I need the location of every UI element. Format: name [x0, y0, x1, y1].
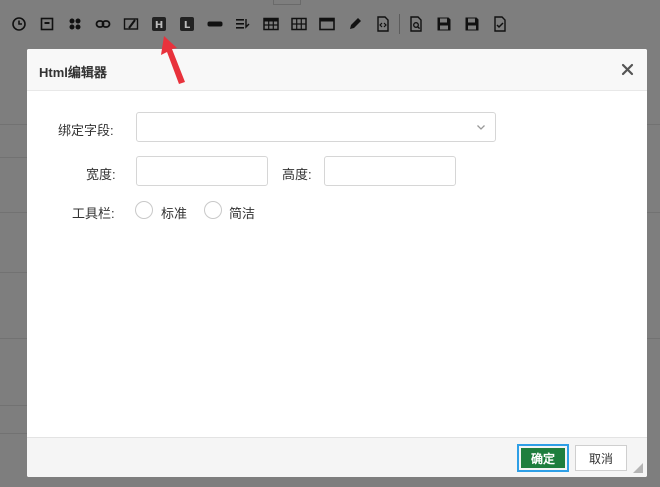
dialog-header: Html编辑器	[27, 49, 647, 91]
height-input[interactable]	[324, 156, 456, 186]
background-toolbar: H L	[0, 0, 660, 48]
puzzle-icon[interactable]	[67, 16, 83, 32]
ok-button[interactable]: 确定	[521, 448, 565, 468]
frame-icon[interactable]	[39, 16, 55, 32]
background-line	[0, 338, 27, 339]
print-preview-icon[interactable]	[408, 16, 424, 32]
width-input[interactable]	[136, 156, 268, 186]
background-line	[647, 124, 660, 125]
table-icon[interactable]	[263, 16, 279, 32]
ok-button-focus-ring: 确定	[517, 444, 569, 472]
annotation-arrow-icon	[161, 36, 185, 84]
dialog-footer: 确定 取消	[27, 437, 647, 477]
close-icon[interactable]	[620, 62, 635, 77]
link-icon[interactable]	[95, 16, 111, 32]
checklist-icon[interactable]	[492, 16, 508, 32]
save-as-icon[interactable]	[464, 16, 480, 32]
background-line	[647, 212, 660, 213]
background-line	[0, 405, 27, 406]
background-line	[0, 433, 27, 434]
pencil-icon[interactable]	[347, 16, 363, 32]
bind-field-label: 绑定字段:	[58, 123, 114, 138]
html-editor-dialog: Html编辑器 绑定字段: 宽度: 高度: 工具栏: 标准 简洁 确定 取消	[27, 49, 647, 477]
text-align-icon[interactable]	[235, 16, 251, 32]
toolbar-simple-radio[interactable]	[204, 201, 222, 219]
background-line	[0, 124, 27, 125]
background-line	[0, 157, 27, 158]
resize-grip-icon[interactable]	[633, 463, 643, 473]
save-icon[interactable]	[436, 16, 452, 32]
cancel-button[interactable]: 取消	[575, 445, 627, 471]
width-label: 宽度:	[86, 167, 116, 182]
edit-box-icon[interactable]	[123, 16, 139, 32]
clock-icon[interactable]	[11, 16, 27, 32]
dialog-title: Html编辑器	[39, 65, 107, 80]
background-line	[0, 212, 27, 213]
grid-icon[interactable]	[291, 16, 307, 32]
window-icon[interactable]	[319, 16, 335, 32]
height-label: 高度:	[282, 167, 312, 182]
background-line	[647, 338, 660, 339]
code-file-icon[interactable]	[375, 16, 391, 32]
textbox-icon[interactable]	[207, 16, 223, 32]
toolbar-label: 工具栏:	[72, 206, 115, 221]
bind-field-select[interactable]	[136, 112, 496, 142]
toolbar-standard-radio[interactable]	[135, 201, 153, 219]
background-line	[0, 272, 27, 273]
background-tab	[273, 0, 301, 5]
chevron-down-icon	[476, 122, 486, 132]
toolbar-standard-label[interactable]: 标准	[161, 203, 187, 222]
toolbar-separator	[399, 14, 400, 34]
toolbar-simple-label[interactable]: 简洁	[229, 203, 255, 222]
